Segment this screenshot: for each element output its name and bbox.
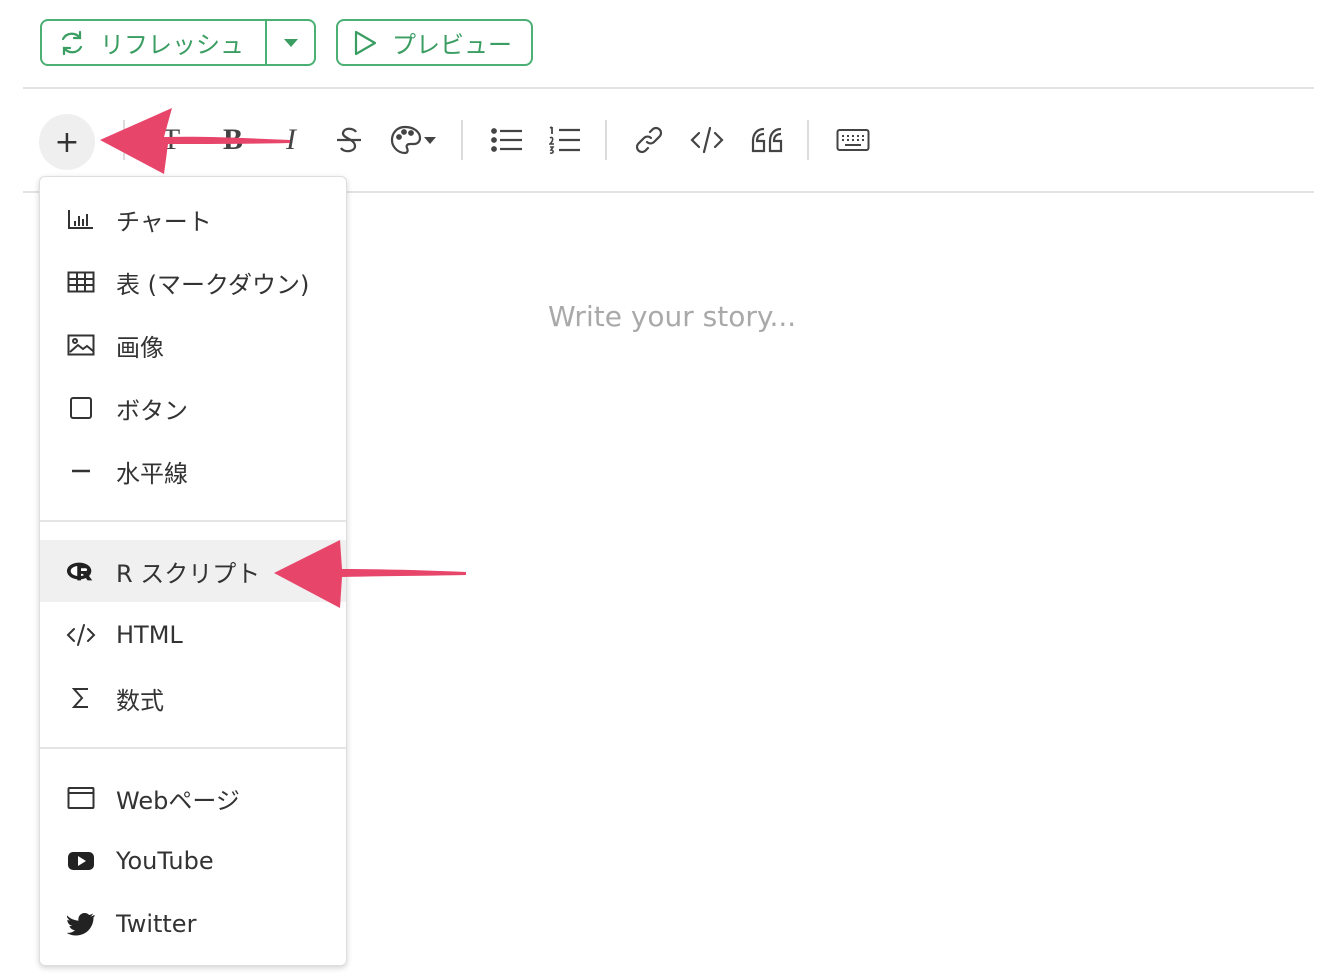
menu-divider bbox=[40, 520, 346, 522]
heading-icon: T bbox=[161, 123, 181, 156]
strikethrough-button[interactable] bbox=[331, 122, 367, 158]
menu-item-label: 画像 bbox=[116, 333, 164, 362]
insert-plus-button[interactable]: + bbox=[39, 114, 95, 170]
menu-item-label: Webページ bbox=[116, 786, 240, 815]
menu-item-button[interactable]: ボタン bbox=[40, 377, 346, 439]
quote-icon bbox=[751, 127, 783, 153]
menu-item-label: 数式 bbox=[116, 686, 164, 715]
toolbar-divider bbox=[807, 120, 809, 160]
bullet-list-button[interactable] bbox=[489, 122, 525, 158]
bar-chart-icon bbox=[66, 204, 96, 234]
caret-down-icon bbox=[283, 38, 298, 47]
insert-menu: チャート 表 (マークダウン) 画像 ボタン 水平線 R スクリプト HTML … bbox=[39, 176, 347, 966]
menu-item-chart[interactable]: チャート bbox=[40, 188, 346, 250]
table-icon bbox=[66, 267, 96, 297]
image-icon bbox=[66, 330, 96, 360]
refresh-split-button: リフレッシュ bbox=[40, 19, 316, 66]
refresh-dropdown-toggle[interactable] bbox=[267, 21, 314, 64]
italic-icon: I bbox=[286, 123, 296, 156]
play-icon bbox=[354, 30, 377, 55]
youtube-icon bbox=[66, 846, 96, 876]
menu-divider bbox=[40, 747, 346, 749]
formatting-toolbar: + T B I bbox=[23, 108, 1314, 174]
italic-button[interactable]: I bbox=[273, 122, 309, 158]
numbered-list-icon bbox=[549, 126, 580, 154]
toolbar-divider bbox=[123, 120, 125, 160]
r-logo-icon bbox=[66, 556, 96, 586]
preview-button[interactable]: プレビュー bbox=[336, 19, 533, 66]
header-actions: リフレッシュ プレビュー bbox=[40, 19, 533, 66]
menu-item-label: HTML bbox=[116, 621, 183, 649]
bullet-list-icon bbox=[491, 128, 522, 152]
menu-item-label: チャート bbox=[116, 207, 212, 236]
strikethrough-icon bbox=[337, 127, 361, 153]
palette-icon bbox=[390, 125, 436, 155]
toolbar-divider bbox=[605, 120, 607, 160]
toolbar-divider bbox=[461, 120, 463, 160]
menu-item-youtube[interactable]: YouTube bbox=[40, 830, 346, 892]
menu-item-label: ボタン bbox=[116, 396, 188, 425]
menu-item-label: 水平線 bbox=[116, 459, 188, 488]
menu-item-r-script[interactable]: R スクリプト bbox=[40, 540, 346, 602]
browser-window-icon bbox=[66, 783, 96, 813]
keyboard-icon bbox=[836, 129, 870, 151]
menu-item-horizontal-rule[interactable]: 水平線 bbox=[40, 440, 346, 502]
menu-item-label: Twitter bbox=[116, 910, 197, 938]
code-icon bbox=[66, 620, 96, 650]
menu-item-table[interactable]: 表 (マークダウン) bbox=[40, 251, 346, 313]
refresh-icon bbox=[61, 30, 83, 55]
menu-item-math[interactable]: 数式 bbox=[40, 667, 346, 729]
sigma-icon bbox=[66, 683, 96, 713]
code-icon bbox=[690, 126, 724, 154]
header-divider bbox=[23, 87, 1314, 89]
heading-button[interactable]: T bbox=[153, 122, 189, 158]
numbered-list-button[interactable] bbox=[547, 122, 583, 158]
link-button[interactable] bbox=[631, 122, 667, 158]
keyboard-shortcuts-button[interactable] bbox=[833, 122, 873, 158]
link-icon bbox=[635, 126, 663, 154]
menu-item-twitter[interactable]: Twitter bbox=[40, 893, 346, 955]
plus-icon: + bbox=[54, 124, 80, 160]
menu-item-label: 表 (マークダウン) bbox=[116, 270, 310, 299]
text-color-button[interactable] bbox=[389, 122, 439, 158]
menu-item-webpage[interactable]: Webページ bbox=[40, 767, 346, 829]
twitter-icon bbox=[66, 909, 96, 939]
menu-item-html[interactable]: HTML bbox=[40, 604, 346, 666]
code-button[interactable] bbox=[689, 122, 725, 158]
menu-item-image[interactable]: 画像 bbox=[40, 314, 346, 376]
quote-button[interactable] bbox=[749, 122, 785, 158]
menu-item-label: YouTube bbox=[116, 847, 214, 875]
refresh-label: リフレッシュ bbox=[100, 31, 244, 59]
square-icon bbox=[66, 393, 96, 423]
menu-item-label: R スクリプト bbox=[116, 559, 261, 588]
minus-icon bbox=[66, 456, 96, 486]
preview-label: プレビュー bbox=[392, 31, 512, 59]
bold-button[interactable]: B bbox=[215, 122, 251, 158]
editor-placeholder[interactable]: Write your story... bbox=[548, 300, 796, 333]
refresh-button[interactable]: リフレッシュ bbox=[42, 21, 267, 64]
bold-icon: B bbox=[222, 123, 243, 156]
